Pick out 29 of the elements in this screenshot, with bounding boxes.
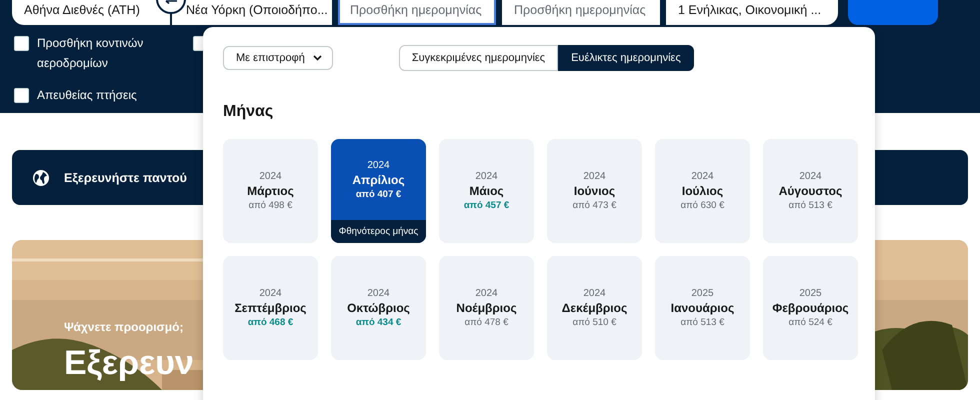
month-card[interactable]: 2024 Αύγουστος από 513 € [763, 139, 858, 243]
month-card[interactable]: 2024 Σεπτέμβριος από 468 € [223, 256, 318, 360]
month-card[interactable]: 2024 Ιούλιος από 630 € [655, 139, 750, 243]
hero-subtitle: Ψάχνετε προορισμό; [64, 320, 184, 334]
month-card[interactable]: 2025 Ιανουάριος από 513 € [655, 256, 750, 360]
month-card[interactable]: 2024 Μάιος από 457 € [439, 139, 534, 243]
depart-date-field[interactable]: Προσθήκη ημερομηνίας [338, 0, 496, 25]
month-card[interactable]: 2024 Ιούνιος από 473 € [547, 139, 642, 243]
section-heading: Μήνας [223, 103, 274, 121]
month-card[interactable]: 2024 Απρίλιος από 407 € Φθηνότερος μήνας [331, 139, 426, 243]
trip-type-dropdown[interactable]: Με επιστροφή [223, 46, 333, 70]
origin-field[interactable]: Αθήνα Διεθνές (ATH) [12, 0, 170, 25]
passengers-field[interactable]: 1 Ενήλικας, Οικονομική ... [666, 0, 838, 25]
date-mode-tab[interactable]: Συγκεκριμένες ημερομηνίες [398, 45, 558, 71]
return-date-field[interactable]: Προσθήκη ημερομηνίας [502, 0, 660, 25]
month-card[interactable]: 2024 Νοέμβριος από 478 € [439, 256, 534, 360]
month-card[interactable]: 2024 Μάρτιος από 498 € [223, 139, 318, 243]
globe-icon [32, 168, 50, 186]
checkbox[interactable] [14, 88, 29, 103]
destination-field[interactable]: Νέα Υόρκη (Οποιοδήπο... [172, 0, 332, 25]
date-mode-tab[interactable]: Ευέλικτες ημερομηνίες [558, 45, 694, 71]
chevron-down-icon [312, 55, 322, 61]
month-card[interactable]: 2024 Οκτώβριος από 434 € [331, 256, 426, 360]
checkbox-label: Απευθείας πτήσεις [37, 87, 137, 104]
month-card[interactable]: 2024 Δεκέμβριος από 510 € [547, 256, 642, 360]
checkbox-label: Προσθήκη κοντινών αεροδρομίων [37, 35, 144, 72]
month-card[interactable]: 2025 Φεβρουάριος από 524 € [763, 256, 858, 360]
hero-title: Εξερευν [64, 346, 194, 380]
checkbox[interactable] [14, 36, 29, 51]
